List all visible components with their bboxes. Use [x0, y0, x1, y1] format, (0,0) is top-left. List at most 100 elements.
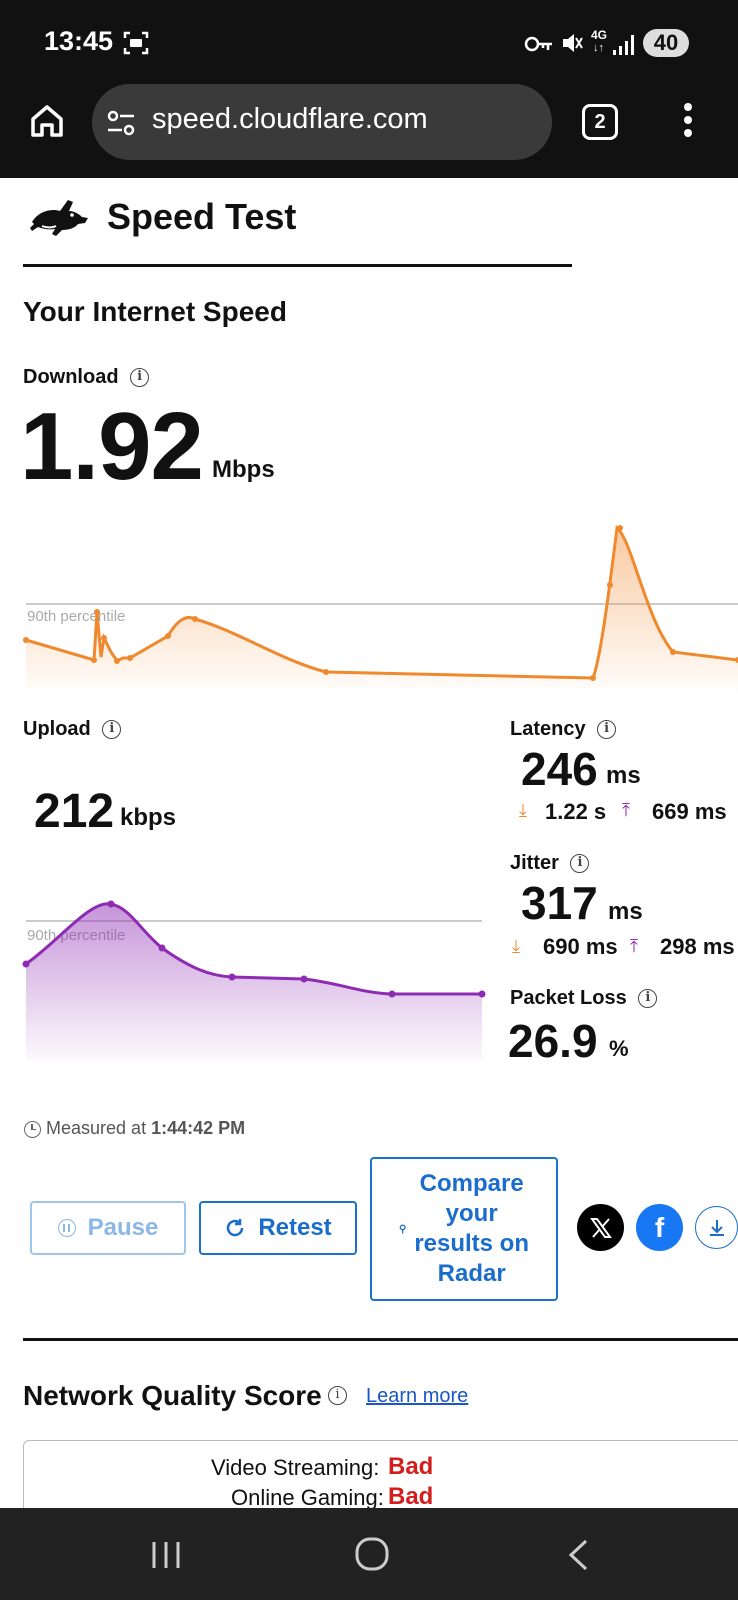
learn-more-link[interactable]: Learn more	[366, 1385, 468, 1408]
home-nav-icon[interactable]	[354, 1536, 390, 1572]
download-percentile-label: 90th percentile	[27, 608, 125, 625]
video-streaming-score: Bad	[388, 1453, 434, 1480]
packet-loss-label-row: Packet Loss i	[510, 987, 658, 1010]
packet-loss-label: Packet Loss	[510, 987, 627, 1009]
compare-label-line: results on	[414, 1230, 530, 1257]
browser-toolbar: speed.cloudflare.com 2	[0, 84, 738, 178]
packet-loss-info-icon[interactable]: i	[638, 989, 658, 1009]
pause-label: Pause	[87, 1214, 159, 1241]
pause-button[interactable]: Pause	[30, 1201, 186, 1255]
jitter-upload-value: 298 ms	[660, 934, 735, 959]
upload-value: 212	[34, 785, 115, 838]
packet-loss-unit: %	[609, 1036, 629, 1061]
signal-icon	[613, 35, 634, 55]
download-point	[192, 616, 198, 622]
latency-download-icon: ⤓	[519, 800, 527, 820]
upload-area	[26, 903, 482, 1060]
upload-point	[228, 973, 236, 981]
jitter-upload-icon: ⤒	[630, 936, 638, 956]
mute-icon	[563, 34, 583, 52]
url-field[interactable]: speed.cloudflare.com	[92, 84, 552, 160]
upload-point	[158, 944, 166, 952]
measured-time: 1:44:42 PM	[151, 1118, 246, 1138]
download-value: 1.92	[20, 393, 204, 500]
share-x-button[interactable]	[577, 1204, 624, 1251]
download-point	[91, 657, 97, 663]
download-point	[607, 582, 613, 588]
download-point	[617, 525, 623, 531]
more-options-icon[interactable]	[682, 102, 694, 138]
compare-label-line: Compare	[419, 1170, 524, 1197]
tab-switcher-button[interactable]: 2	[582, 104, 618, 140]
status-bar: 13:45 4G ↓↑ 40	[0, 0, 738, 88]
jitter-download-value: 690 ms	[543, 934, 618, 959]
packet-loss-value: 26.9	[508, 1015, 598, 1067]
upload-point	[300, 975, 308, 983]
download-point	[94, 609, 100, 615]
url-text: speed.cloudflare.com	[152, 103, 428, 135]
data-arrows-icon: ↓↑	[593, 42, 604, 54]
header-divider	[23, 264, 572, 267]
network-quality-title: Network Quality Score	[23, 1380, 322, 1411]
upload-chart: 90th percentile	[22, 900, 486, 1060]
download-point	[114, 658, 120, 664]
latency-upload-value: 669 ms	[652, 799, 727, 824]
download-point	[127, 655, 133, 661]
video-streaming-label: Video Streaming:	[211, 1455, 380, 1480]
section-divider	[23, 1338, 738, 1341]
vpn-key-icon	[524, 36, 552, 52]
compare-label-line: Radar	[437, 1260, 506, 1287]
download-point	[23, 637, 29, 643]
download-point	[165, 633, 171, 639]
network-type: 4G	[591, 28, 608, 42]
download-icon	[709, 1219, 724, 1236]
screenshot-icon	[123, 31, 149, 55]
jitter-label: Jitter	[510, 852, 559, 874]
upload-point	[22, 960, 30, 968]
facebook-logo-icon: f	[654, 1211, 665, 1243]
latency-download-value: 1.22 s	[545, 799, 607, 824]
latency-label-row: Latency i	[510, 718, 617, 741]
cloudflare-rabbit-logo	[30, 200, 88, 236]
x-logo-icon	[589, 1217, 612, 1238]
measured-at: Measured at 1:44:42 PM	[24, 1118, 245, 1139]
compare-radar-button[interactable]: ⚲ Compare your results on Radar	[370, 1157, 558, 1301]
download-point	[323, 669, 329, 675]
site-settings-icon[interactable]	[106, 108, 136, 138]
pause-icon	[57, 1219, 76, 1237]
network-quality-info-icon[interactable]: i	[328, 1386, 347, 1405]
jitter-info-icon[interactable]: i	[570, 854, 590, 874]
latency-upload-icon: ⤒	[622, 800, 630, 820]
download-point	[670, 649, 676, 655]
home-icon[interactable]	[28, 102, 66, 140]
download-results-button[interactable]	[695, 1206, 738, 1249]
back-icon[interactable]	[566, 1538, 590, 1572]
refresh-icon	[227, 1219, 244, 1237]
page-title: Speed Test	[107, 196, 297, 237]
jitter-value: 317	[521, 877, 598, 929]
download-label: Download	[23, 366, 119, 388]
upload-point	[478, 990, 486, 998]
download-info-icon[interactable]: i	[130, 368, 150, 388]
download-point	[101, 635, 107, 641]
retest-button[interactable]: Retest	[199, 1201, 357, 1255]
jitter-label-row: Jitter i	[510, 852, 590, 875]
radar-icon: ⚲	[398, 1223, 407, 1235]
compare-label-line: your	[445, 1200, 498, 1227]
measured-prefix: Measured at	[46, 1118, 147, 1138]
latency-info-icon[interactable]: i	[597, 720, 617, 740]
recent-apps-icon[interactable]	[150, 1540, 182, 1570]
share-facebook-button[interactable]: f	[636, 1204, 683, 1251]
upload-info-icon[interactable]: i	[102, 720, 122, 740]
upload-label: Upload	[23, 718, 91, 740]
system-navigation-bar	[0, 1508, 738, 1600]
upload-label-row: Upload i	[23, 718, 122, 741]
status-time: 13:45	[44, 26, 114, 56]
clock-icon	[24, 1120, 41, 1138]
compare-label: Compare your results on Radar	[414, 1169, 529, 1289]
latency-label: Latency	[510, 718, 586, 740]
battery-indicator: 40	[643, 29, 689, 57]
online-gaming-score: Bad	[388, 1483, 434, 1510]
section-title: Your Internet Speed	[23, 296, 287, 327]
retest-label: Retest	[258, 1214, 332, 1241]
